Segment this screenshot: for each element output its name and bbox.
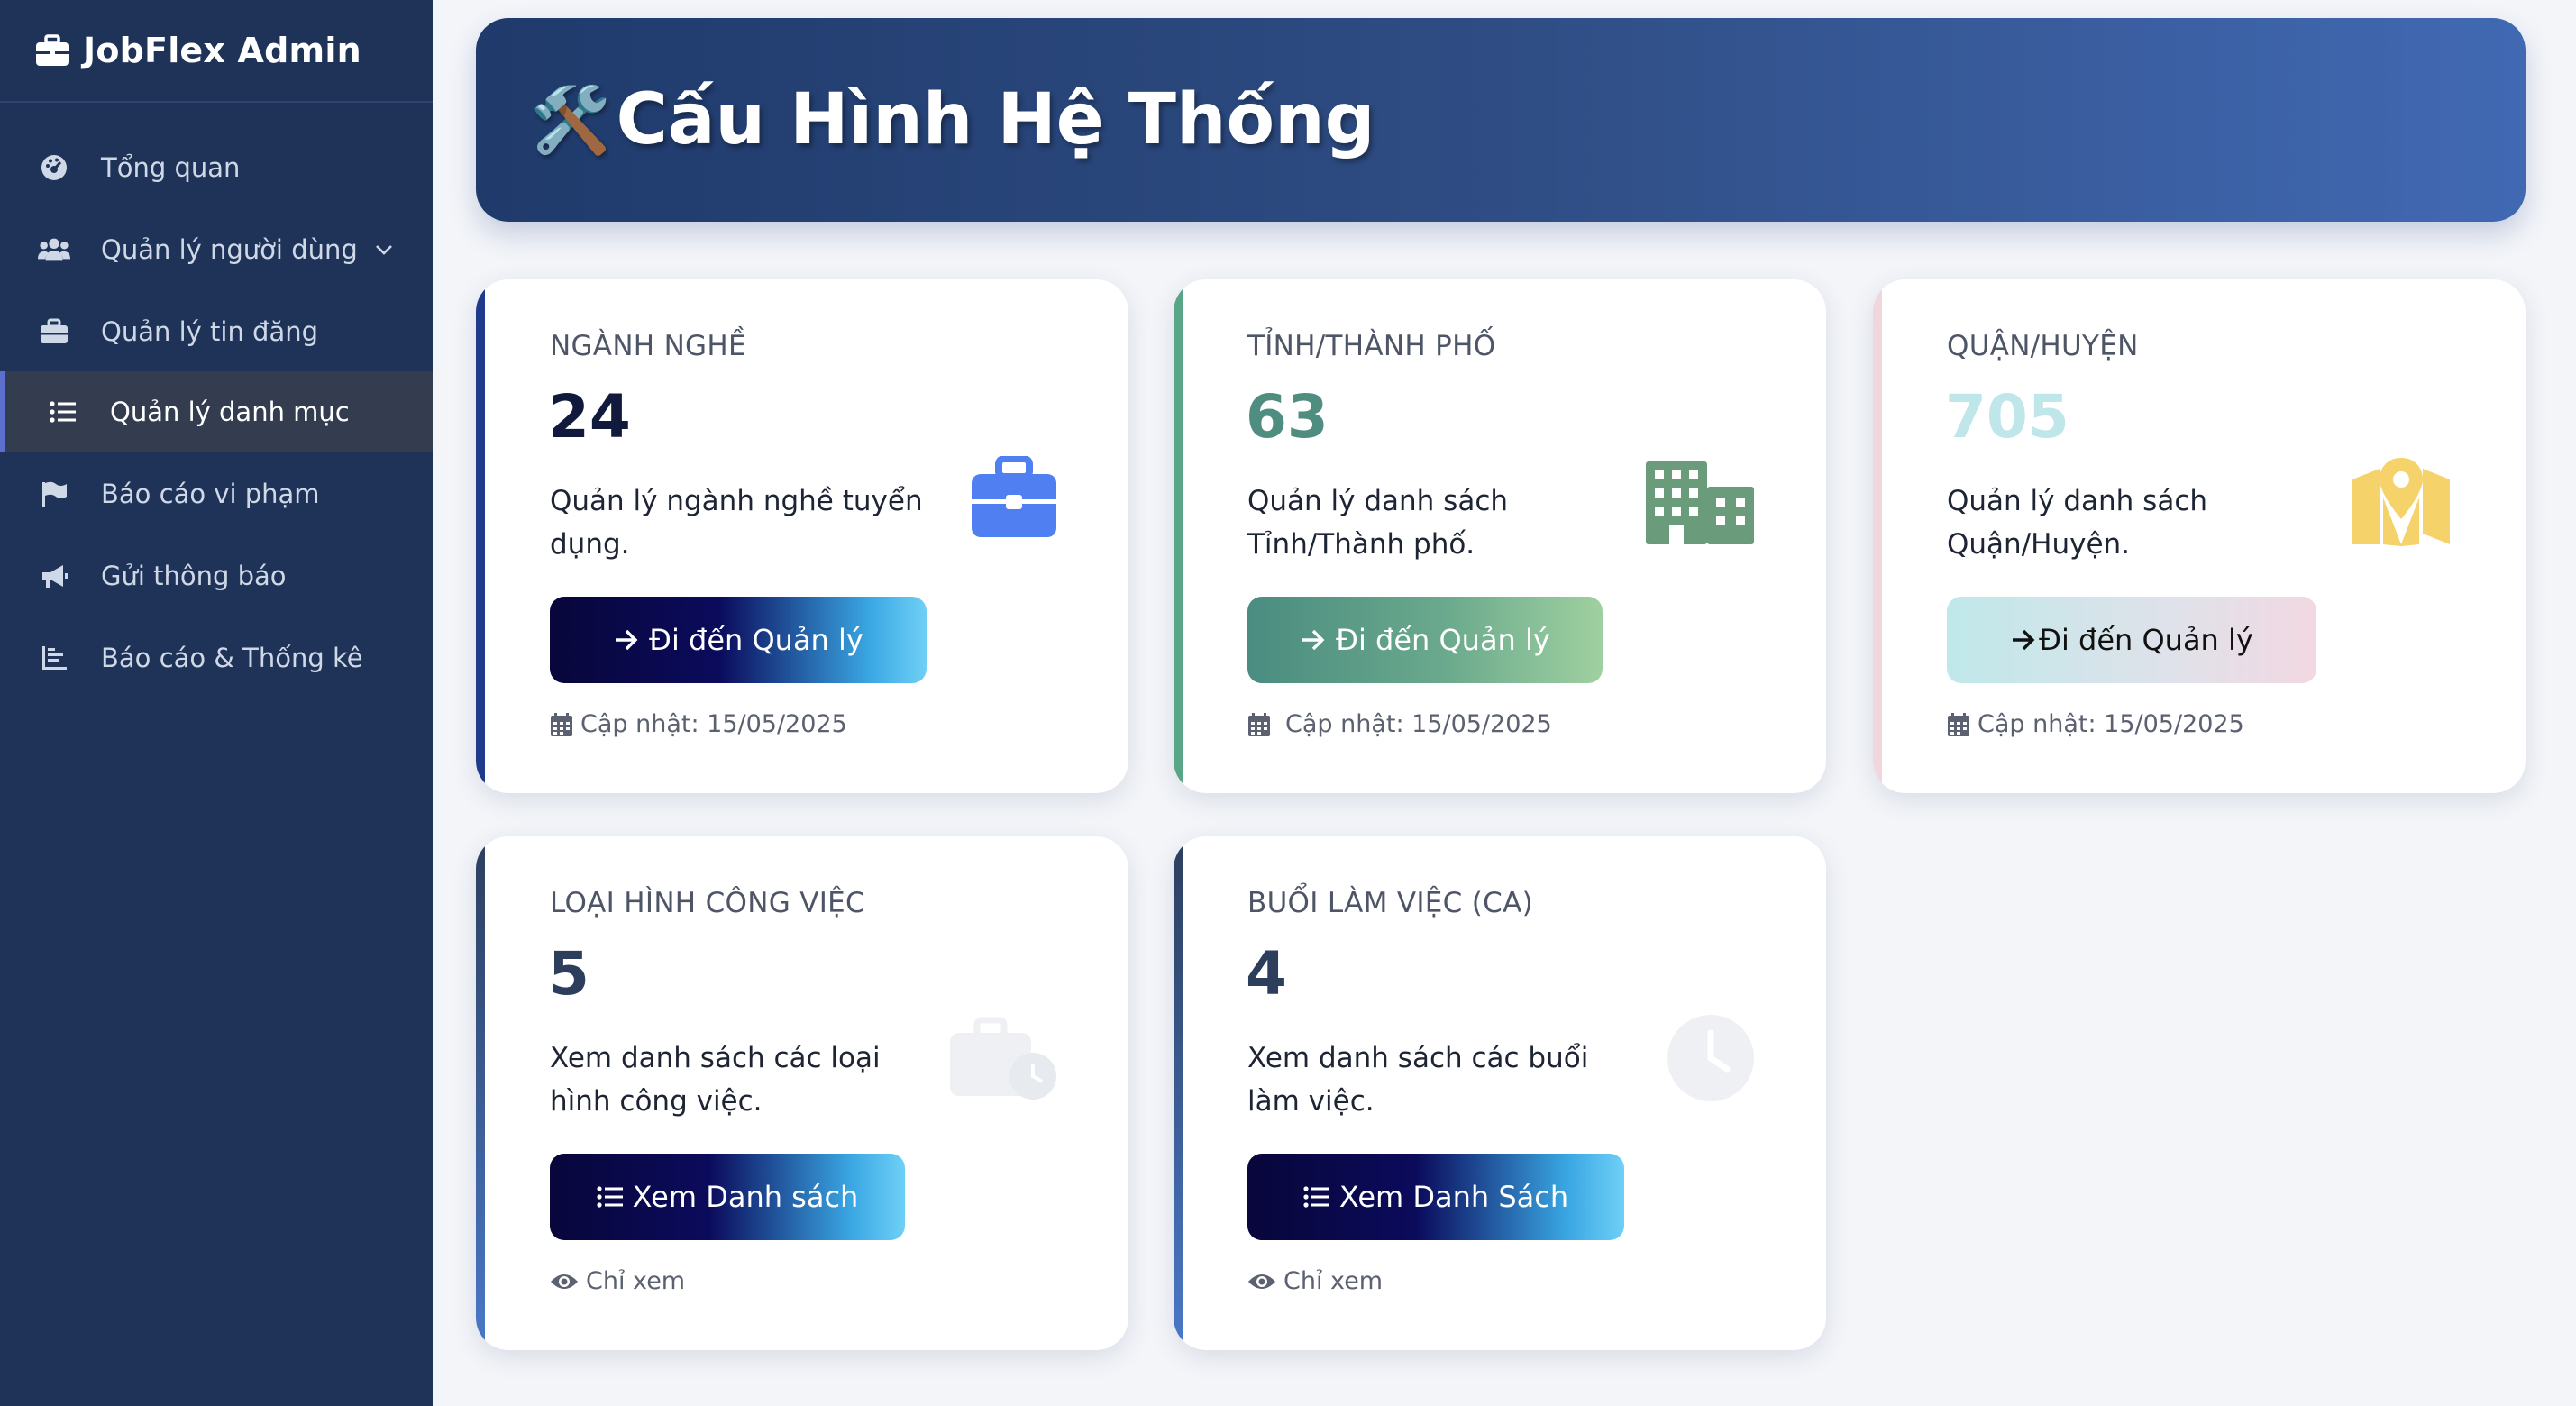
clock-icon bbox=[1667, 1015, 1754, 1101]
updated-date: Cập nhật: 15/05/2025 bbox=[1285, 710, 1552, 738]
list-icon bbox=[597, 1185, 624, 1209]
card-industries: NGÀNH NGHỀ 24 Quản lý ngành nghề tuyển d… bbox=[476, 279, 1128, 793]
manage-districts-button[interactable]: Đi đến Quản lý bbox=[1947, 597, 2316, 683]
card-provinces: TỈNH/THÀNH PHỐ 63 Quản lý danh sách Tỉnh… bbox=[1174, 279, 1826, 793]
card-work-shifts: BUỔI LÀM VIỆC (CA) 4 Xem danh sách các b… bbox=[1174, 836, 1826, 1350]
flag-icon bbox=[38, 478, 70, 510]
card-job-types: LOẠI HÌNH CÔNG VIỆC 5 Xem danh sách các … bbox=[476, 836, 1128, 1350]
button-label: Xem Danh sách bbox=[632, 1180, 859, 1214]
building-icon bbox=[1646, 461, 1754, 544]
card-footer: Cập nhật: 15/05/2025 bbox=[1247, 710, 1552, 738]
button-label: Đi đến Quản lý bbox=[2039, 623, 2253, 657]
card-label: BUỔI LÀM VIỆC (CA) bbox=[1247, 887, 1534, 919]
sidebar-item-statistics[interactable]: Báo cáo & Thống kê bbox=[0, 617, 433, 698]
card-footer: Cập nhật: 15/05/2025 bbox=[1947, 710, 2244, 738]
button-label: Đi đến Quản lý bbox=[649, 623, 863, 657]
view-job-types-button[interactable]: Xem Danh sách bbox=[550, 1154, 905, 1240]
sidebar-item-categories[interactable]: Quản lý danh mục bbox=[0, 371, 433, 452]
map-marker-icon bbox=[2352, 458, 2450, 546]
button-label: Đi đến Quản lý bbox=[1336, 623, 1550, 657]
card-count: 4 bbox=[1246, 939, 1287, 1009]
card-footer: Chỉ xem bbox=[1247, 1267, 1383, 1295]
sidebar-item-label: Quản lý danh mục bbox=[110, 397, 350, 427]
sidebar-item-notifications[interactable]: Gửi thông báo bbox=[0, 535, 433, 616]
card-accent bbox=[476, 836, 485, 1350]
page-title: Cấu Hình Hệ Thống bbox=[616, 79, 1375, 160]
sidebar-item-posts[interactable]: Quản lý tin đăng bbox=[0, 291, 433, 372]
arrow-right-icon bbox=[1300, 627, 1327, 653]
card-accent bbox=[1873, 279, 1882, 793]
view-only-label: Chỉ xem bbox=[1283, 1267, 1384, 1295]
card-count: 5 bbox=[548, 939, 589, 1009]
sidebar-item-label: Tổng quan bbox=[101, 152, 241, 183]
page-header: 🛠️ Cấu Hình Hệ Thống bbox=[476, 18, 2526, 222]
list-icon bbox=[47, 396, 79, 428]
briefcase-icon bbox=[36, 34, 69, 66]
sidebar: JobFlex Admin Tổng quan Quản lý người dù… bbox=[0, 0, 433, 1406]
card-description: Xem danh sách các buổi làm việc. bbox=[1247, 1042, 1589, 1118]
chevron-down-icon[interactable] bbox=[372, 238, 396, 261]
card-count: 705 bbox=[1945, 382, 2069, 452]
chart-icon bbox=[38, 642, 70, 674]
sidebar-item-label: Quản lý tin đăng bbox=[101, 316, 319, 347]
card-label: QUẬN/HUYỆN bbox=[1947, 330, 2139, 362]
sidebar-item-label: Báo cáo & Thống kê bbox=[101, 643, 363, 673]
tools-icon: 🛠️ bbox=[530, 81, 611, 158]
card-footer: Cập nhật: 15/05/2025 bbox=[550, 710, 847, 738]
eye-icon bbox=[550, 1271, 579, 1292]
briefcase-icon bbox=[972, 456, 1056, 537]
card-label: TỈNH/THÀNH PHỐ bbox=[1247, 330, 1496, 362]
manage-industries-button[interactable]: Đi đến Quản lý bbox=[550, 597, 927, 683]
card-description: Quản lý ngành nghề tuyển dụng. bbox=[550, 485, 923, 561]
sidebar-item-label: Quản lý người dùng bbox=[101, 234, 358, 265]
view-only-label: Chỉ xem bbox=[586, 1267, 686, 1295]
list-icon bbox=[1303, 1185, 1330, 1209]
arrow-right-icon bbox=[2010, 627, 2037, 653]
button-label: Xem Danh Sách bbox=[1338, 1180, 1569, 1214]
card-label: NGÀNH NGHỀ bbox=[550, 330, 746, 362]
view-work-shifts-button[interactable]: Xem Danh Sách bbox=[1247, 1154, 1624, 1240]
card-count: 63 bbox=[1246, 382, 1329, 452]
briefcase-icon bbox=[38, 315, 70, 348]
card-accent bbox=[476, 279, 485, 793]
calendar-icon bbox=[1947, 712, 1970, 737]
card-count: 24 bbox=[548, 382, 631, 452]
briefcase-clock-icon bbox=[950, 1017, 1056, 1100]
card-footer: Chỉ xem bbox=[550, 1267, 685, 1295]
sidebar-item-violations[interactable]: Báo cáo vi phạm bbox=[0, 453, 433, 534]
card-districts: QUẬN/HUYỆN 705 Quản lý danh sách Quận/Hu… bbox=[1873, 279, 2526, 793]
dashboard-icon bbox=[38, 151, 70, 184]
brand[interactable]: JobFlex Admin bbox=[0, 0, 433, 103]
card-accent bbox=[1174, 836, 1183, 1350]
updated-date: Cập nhật: 15/05/2025 bbox=[1978, 710, 2244, 738]
card-description: Xem danh sách các loại hình công việc. bbox=[550, 1042, 881, 1118]
sidebar-item-label: Gửi thông báo bbox=[101, 561, 287, 591]
calendar-icon bbox=[550, 712, 573, 737]
card-description: Quản lý danh sách Quận/Huyện. bbox=[1947, 485, 2208, 561]
eye-icon bbox=[1247, 1271, 1276, 1292]
megaphone-icon bbox=[38, 560, 70, 592]
sidebar-item-label: Báo cáo vi phạm bbox=[101, 479, 320, 509]
calendar-icon bbox=[1247, 712, 1271, 737]
card-description: Quản lý danh sách Tỉnh/Thành phố. bbox=[1247, 485, 1509, 561]
updated-date: Cập nhật: 15/05/2025 bbox=[580, 710, 847, 738]
card-accent bbox=[1174, 279, 1183, 793]
sidebar-item-dashboard[interactable]: Tổng quan bbox=[0, 127, 433, 208]
manage-provinces-button[interactable]: Đi đến Quản lý bbox=[1247, 597, 1603, 683]
brand-name: JobFlex Admin bbox=[83, 31, 361, 70]
sidebar-item-users[interactable]: Quản lý người dùng bbox=[0, 209, 433, 290]
users-icon bbox=[38, 233, 70, 266]
arrow-right-icon bbox=[613, 627, 640, 653]
card-label: LOẠI HÌNH CÔNG VIỆC bbox=[550, 887, 865, 919]
